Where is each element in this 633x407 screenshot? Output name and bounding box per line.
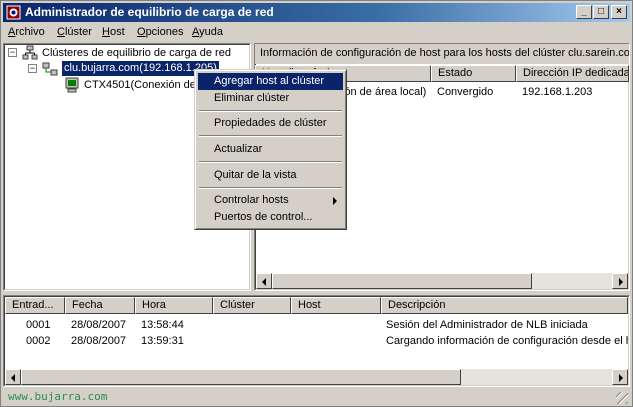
menu-separator bbox=[199, 161, 342, 163]
log-entry: 0001 bbox=[26, 319, 51, 331]
title-bar[interactable]: Administrador de equilibrio de carga de … bbox=[3, 3, 630, 22]
maximize-icon: □ bbox=[597, 6, 605, 17]
tree-root-label: Clústeres de equilibrio de carga de red bbox=[42, 47, 231, 59]
submenu-arrow-icon bbox=[333, 197, 337, 205]
network-cluster-icon bbox=[22, 45, 38, 60]
menu-controlar-hosts[interactable]: Controlar hosts bbox=[198, 192, 343, 209]
watermark-text: www.bujarra.com bbox=[8, 390, 108, 403]
column-entrada[interactable]: Entrad... bbox=[5, 297, 65, 314]
log-entry: 0002 bbox=[26, 335, 51, 347]
menu-archivo[interactable]: Archivo bbox=[8, 26, 45, 39]
host-info-caption: Información de configuración de host par… bbox=[260, 47, 629, 59]
scroll-right-button[interactable] bbox=[612, 273, 628, 289]
window-title: Administrador de equilibrio de carga de … bbox=[25, 5, 274, 19]
app-window: Administrador de equilibrio de carga de … bbox=[0, 0, 633, 407]
arrow-right-icon bbox=[619, 278, 623, 286]
host-table-hscrollbar[interactable] bbox=[256, 273, 628, 289]
log-pane: Entrad... Fecha Hora Clúster Host Descri… bbox=[3, 295, 630, 387]
column-hora[interactable]: Hora bbox=[135, 297, 213, 314]
maximize-button[interactable]: □ bbox=[593, 5, 609, 19]
close-button[interactable]: × bbox=[611, 5, 627, 19]
minimize-icon: _ bbox=[581, 6, 587, 17]
log-hscrollbar[interactable] bbox=[5, 369, 628, 385]
log-table-header: Entrad... Fecha Hora Clúster Host Descri… bbox=[5, 297, 628, 314]
log-description: Sesión del Administrador de NLB iniciada bbox=[386, 319, 588, 331]
menu-actualizar[interactable]: Actualizar bbox=[198, 141, 343, 158]
log-description: Cargando información de configuración de… bbox=[386, 335, 628, 347]
column-descripcion[interactable]: Descripción bbox=[381, 297, 628, 314]
resize-grip-icon[interactable] bbox=[616, 392, 628, 404]
menu-bar: Archivo Clúster Host Opciones Ayuda bbox=[3, 23, 630, 42]
row-estado: Convergido bbox=[437, 86, 494, 98]
column-estado[interactable]: Estado bbox=[431, 65, 516, 82]
collapse-icon[interactable]: − bbox=[8, 48, 17, 57]
column-host[interactable]: Host bbox=[291, 297, 381, 314]
menu-separator bbox=[199, 110, 342, 112]
scroll-left-button[interactable] bbox=[256, 273, 272, 289]
menu-separator bbox=[199, 187, 342, 189]
menu-separator bbox=[199, 135, 342, 137]
log-date: 28/08/2007 bbox=[71, 319, 127, 331]
menu-quitar-vista[interactable]: Quitar de la vista bbox=[198, 167, 343, 184]
scroll-thumb[interactable] bbox=[21, 369, 461, 385]
menu-opciones[interactable]: Opciones bbox=[137, 26, 183, 39]
row-ip: 192.168.1.203 bbox=[522, 86, 593, 98]
collapse-icon[interactable]: − bbox=[28, 64, 37, 73]
cluster-icon bbox=[42, 62, 58, 76]
log-row[interactable]: 0002 28/08/2007 13:59:31 Cargando inform… bbox=[5, 334, 628, 349]
minimize-button[interactable]: _ bbox=[576, 5, 592, 19]
log-time: 13:59:31 bbox=[141, 335, 184, 347]
menu-cluster[interactable]: Clúster bbox=[57, 26, 92, 39]
menu-eliminar-cluster[interactable]: Eliminar clúster bbox=[198, 90, 343, 107]
scroll-right-button[interactable] bbox=[612, 369, 628, 385]
log-row[interactable]: 0001 28/08/2007 13:58:44 Sesión del Admi… bbox=[5, 318, 628, 333]
menu-agregar-host[interactable]: Agregar host al clúster bbox=[198, 73, 343, 90]
menu-propiedades-cluster[interactable]: Propiedades de clúster bbox=[198, 115, 343, 132]
arrow-left-icon bbox=[262, 278, 266, 286]
log-date: 28/08/2007 bbox=[71, 335, 127, 347]
column-fecha[interactable]: Fecha bbox=[65, 297, 135, 314]
host-info-caption-bar: Información de configuración de host par… bbox=[255, 44, 629, 64]
column-ip-dedicada[interactable]: Dirección IP dedicada bbox=[516, 65, 629, 82]
arrow-right-icon bbox=[619, 374, 623, 382]
menu-host[interactable]: Host bbox=[102, 26, 125, 39]
status-bar: www.bujarra.com bbox=[3, 389, 630, 406]
arrow-left-icon bbox=[11, 374, 15, 382]
menu-puertos-control[interactable]: Puertos de control... bbox=[198, 209, 343, 226]
scroll-thumb[interactable] bbox=[272, 273, 532, 289]
nlb-app-icon bbox=[6, 5, 21, 20]
close-icon: × bbox=[616, 6, 622, 17]
host-computer-icon bbox=[65, 77, 79, 93]
cluster-context-menu: Agregar host al clúster Eliminar clúster… bbox=[194, 69, 347, 230]
menu-ayuda[interactable]: Ayuda bbox=[192, 26, 223, 39]
log-time: 13:58:44 bbox=[141, 319, 184, 331]
column-cluster[interactable]: Clúster bbox=[213, 297, 291, 314]
scroll-left-button[interactable] bbox=[5, 369, 21, 385]
